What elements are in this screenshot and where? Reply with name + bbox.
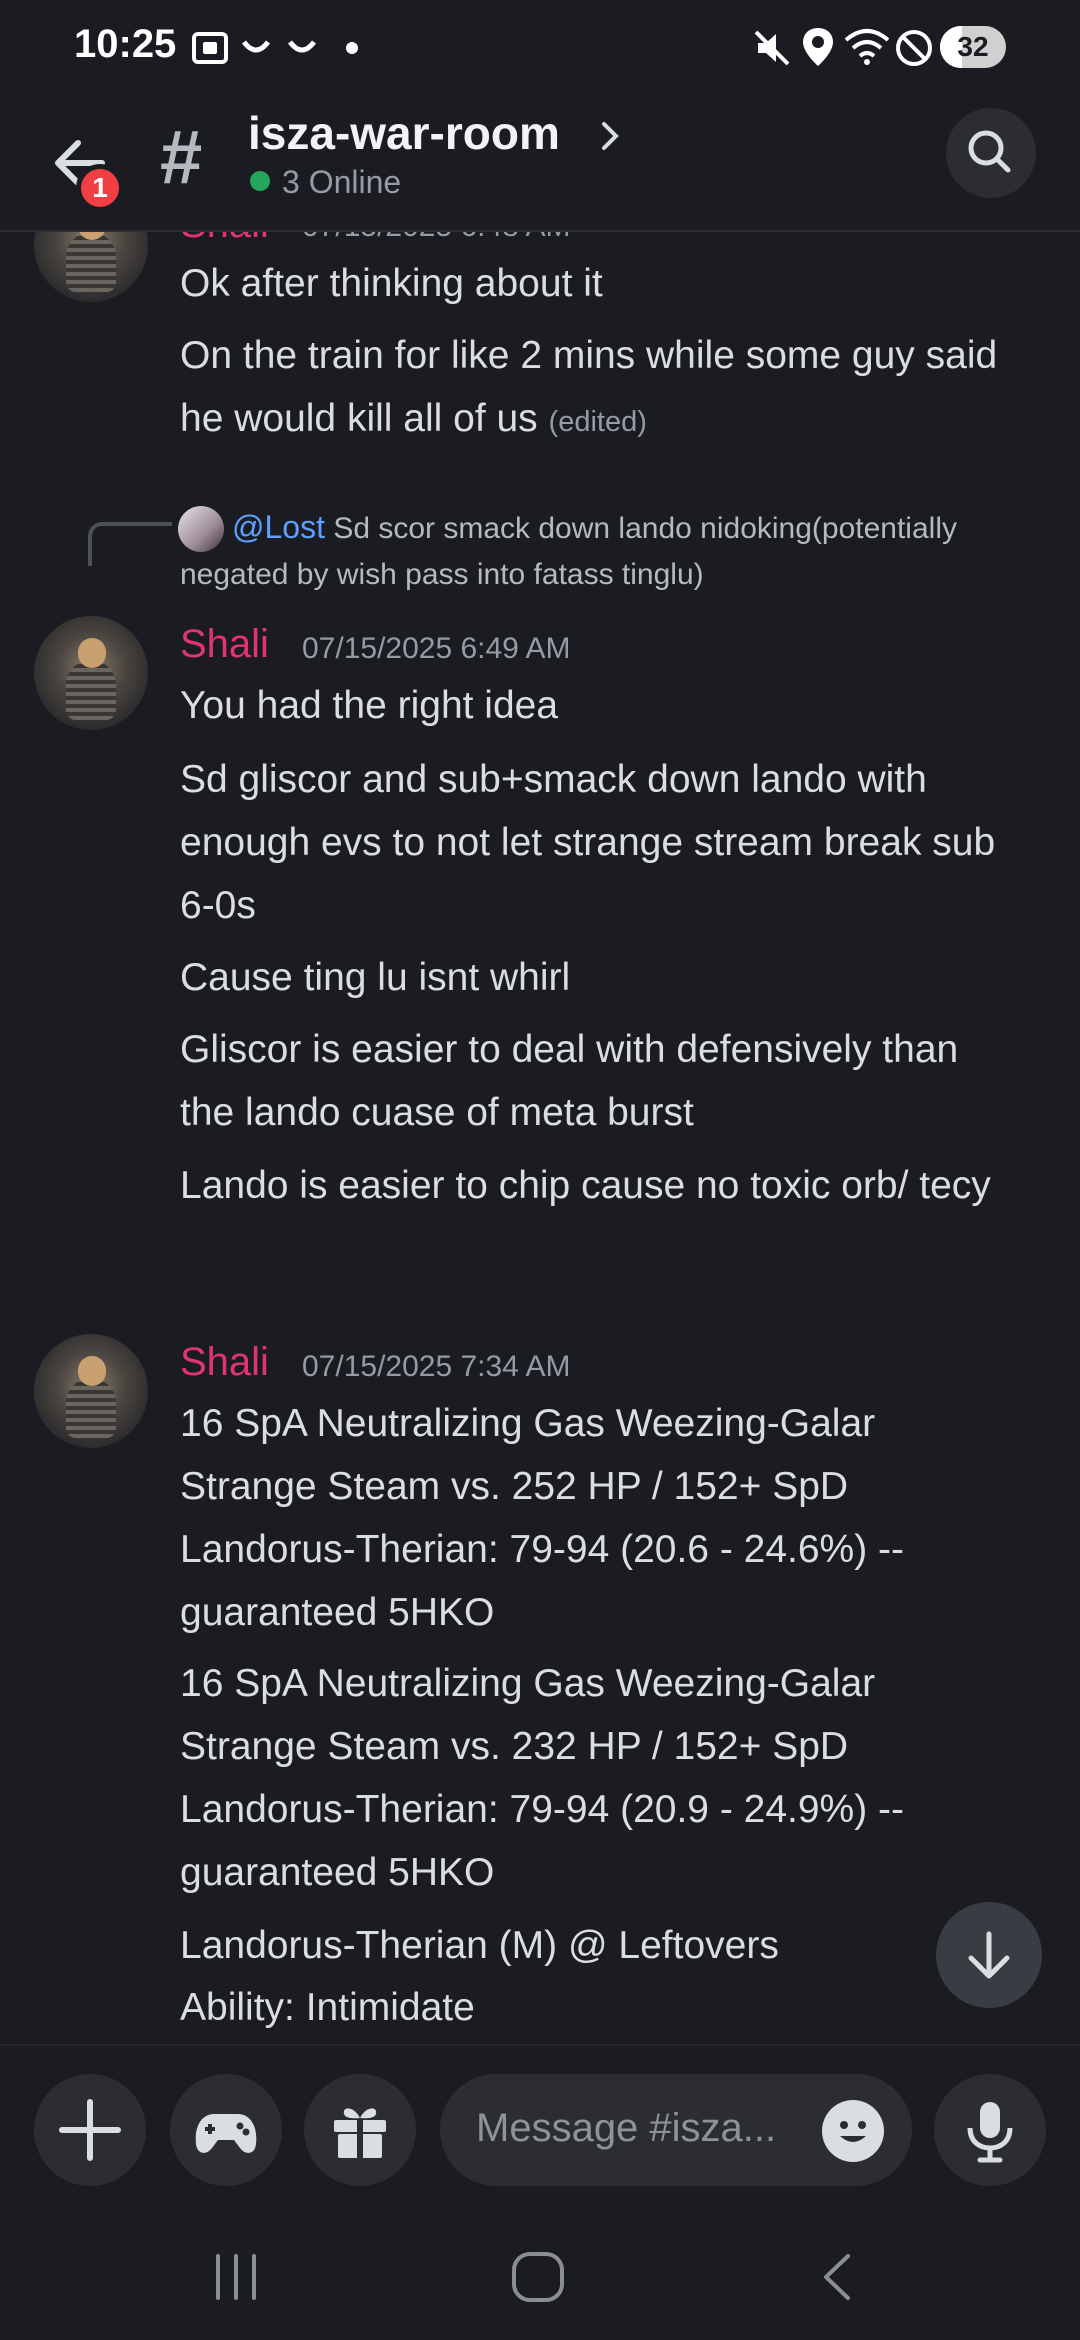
location-icon	[803, 28, 833, 66]
do-not-disturb-icon	[896, 30, 932, 66]
message-input[interactable]: Message #isza...	[440, 2074, 912, 2186]
message-text: 16 SpA Neutralizing Gas Weezing-Galar St…	[180, 1402, 905, 1634]
avatar[interactable]	[34, 1334, 148, 1448]
notification-dots-icon	[242, 40, 358, 54]
mute-icon	[754, 30, 790, 66]
system-nav-bar	[0, 2212, 1080, 2340]
search-icon	[968, 130, 1011, 173]
gift-icon	[334, 2108, 386, 2158]
screenshot-icon	[192, 32, 228, 64]
unread-badge: 1	[76, 164, 124, 212]
message-composer: Message #isza...	[0, 2044, 1080, 2212]
arrow-down-icon	[968, 1931, 1010, 1979]
username[interactable]: Shali	[180, 232, 269, 247]
battery-icon: 32	[940, 26, 1006, 68]
status-bar: 10:25 32	[0, 0, 1080, 96]
microphone-icon	[967, 2102, 1013, 2163]
gift-button[interactable]	[304, 2074, 416, 2186]
message-text: On the train for like 2 mins while some …	[180, 324, 1020, 454]
wifi-icon	[844, 29, 890, 65]
message-text: Lando is easier to chip cause no toxic o…	[180, 1164, 991, 1207]
home-icon[interactable]	[508, 2252, 568, 2302]
message-text: Cause ting lu isnt whirl	[180, 956, 571, 999]
activities-button[interactable]	[170, 2074, 282, 2186]
avatar[interactable]	[34, 232, 148, 302]
message-text: 16 SpA Neutralizing Gas Weezing-Galar St…	[180, 1662, 905, 1894]
reply-preview[interactable]: @Lost Sd scor smack down lando nidoking(…	[180, 504, 1040, 598]
search-button[interactable]	[946, 108, 1036, 198]
emoji-button[interactable]	[822, 2100, 884, 2162]
username[interactable]: Shali	[180, 622, 269, 667]
message-text: Ok after thinking about it	[180, 262, 603, 305]
message-text: Ability: Intimidate	[180, 1986, 475, 2029]
voice-message-button[interactable]	[934, 2074, 1046, 2186]
back-nav-icon[interactable]	[810, 2252, 870, 2302]
reply-connector	[88, 522, 172, 566]
message-timestamp: 07/15/2025 7:34 AM	[302, 1350, 571, 1383]
plus-icon	[59, 2099, 121, 2161]
reply-mention[interactable]: @Lost	[232, 509, 325, 545]
message-placeholder: Message #isza...	[476, 2106, 777, 2150]
battery-level: 32	[957, 31, 989, 62]
smile-icon	[840, 2121, 866, 2142]
message-text: Sd gliscor and sub+smack down lando with…	[180, 758, 996, 927]
channel-hash-icon: #	[160, 115, 203, 200]
message-text: You had the right idea	[180, 684, 559, 727]
attach-button[interactable]	[34, 2074, 146, 2186]
message-list[interactable]: Shali 07/15/2025 6:48 AM Ok after thinki…	[0, 232, 1080, 2044]
jump-to-bottom-button[interactable]	[936, 1902, 1042, 2008]
message-text: Gliscor is easier to deal with defensive…	[180, 1028, 959, 1134]
recent-apps-icon[interactable]	[206, 2252, 266, 2302]
username[interactable]: Shali	[180, 1340, 269, 1385]
message-timestamp: 07/15/2025 6:49 AM	[302, 632, 571, 665]
gamepad-icon	[195, 2114, 257, 2153]
chevron-right-icon[interactable]	[598, 116, 622, 156]
avatar[interactable]	[34, 616, 148, 730]
edited-label: (edited)	[548, 406, 647, 438]
online-status-dot	[250, 171, 270, 191]
online-count: 3 Online	[282, 164, 402, 200]
status-time: 10:25	[74, 22, 177, 66]
message-text: Landorus-Therian (M) @ Leftovers	[180, 1924, 779, 1967]
channel-header: 1 # isza-war-room 3 Online	[0, 96, 1080, 232]
message-timestamp: 07/15/2025 6:48 AM	[302, 232, 571, 244]
channel-name[interactable]: isza-war-room	[248, 106, 560, 160]
